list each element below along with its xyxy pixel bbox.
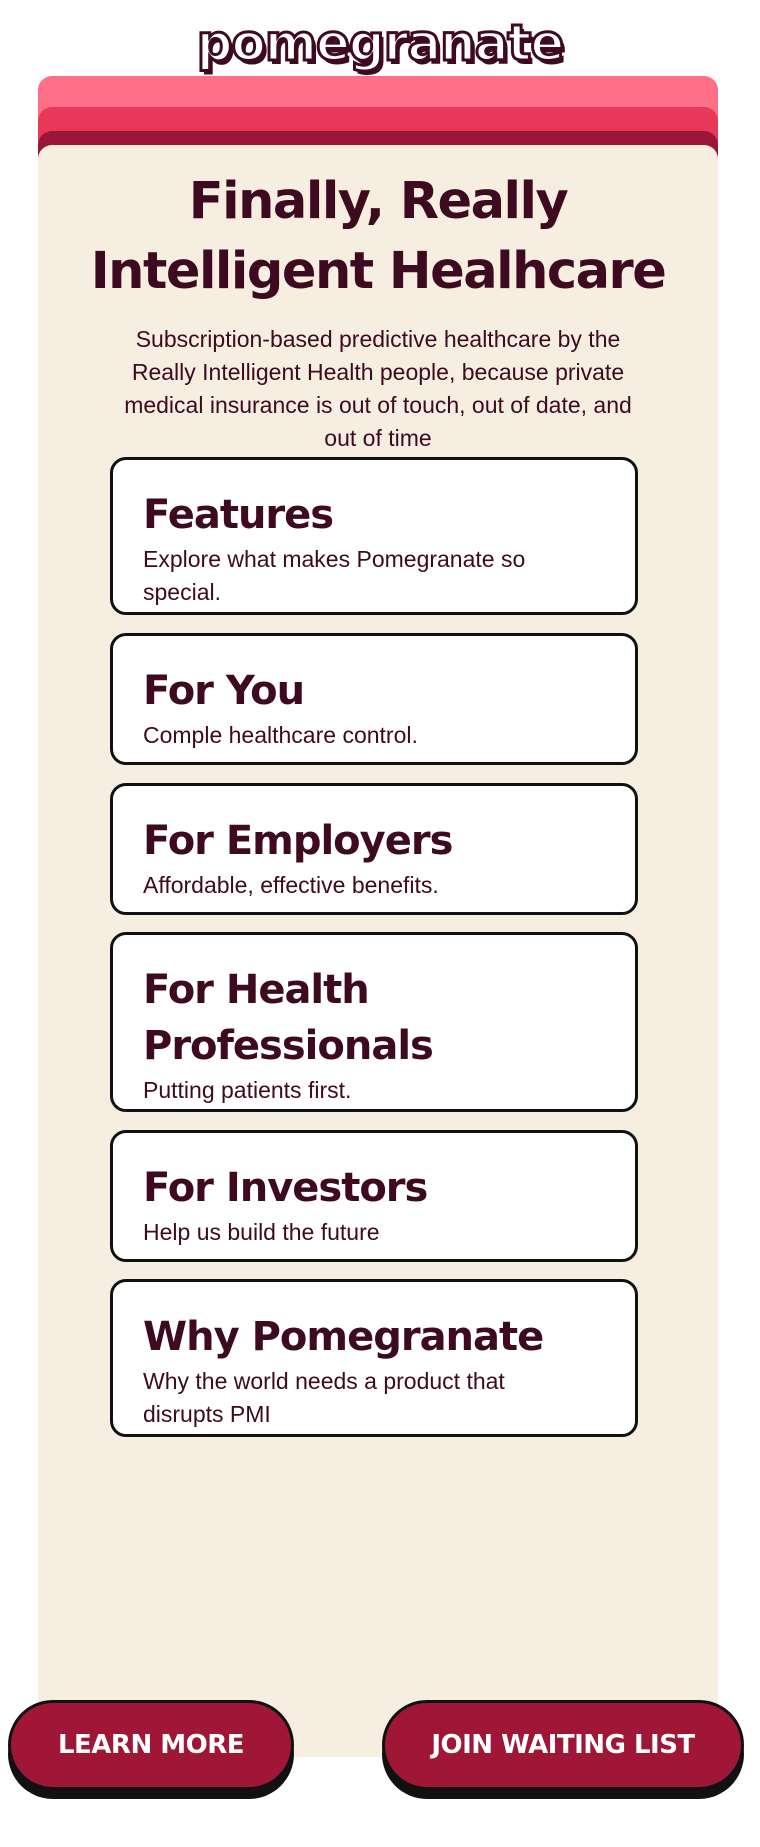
card-for-you[interactable]: For You Comple healthcare control. — [110, 633, 638, 765]
hero-title-line-1: Finally, Really — [188, 172, 569, 231]
card-title: For Health Professionals — [143, 967, 434, 1069]
card-description: Putting patients first. — [143, 1077, 352, 1103]
card-title: For Investors — [143, 1165, 428, 1211]
learn-more-button[interactable]: LEARN MORE — [8, 1700, 294, 1790]
card-description: Why the world needs a product that disru… — [143, 1368, 505, 1427]
card-description: Affordable, effective benefits. — [143, 872, 439, 898]
hero-title: Finally, Really Intelligent Healhcare — [38, 167, 718, 307]
card-why-pomegranate[interactable]: Why Pomegranate Why the world needs a pr… — [110, 1279, 638, 1437]
card-title: For You — [143, 668, 305, 714]
card-for-investors[interactable]: For Investors Help us build the future — [110, 1130, 638, 1262]
card-features[interactable]: Features Explore what makes Pomegranate … — [110, 457, 638, 615]
main-panel: Finally, Really Intelligent Healhcare Su… — [38, 145, 718, 1757]
card-for-health-professionals[interactable]: For Health Professionals Putting patient… — [110, 932, 638, 1112]
card-title: For Employers — [143, 818, 453, 864]
card-description: Explore what makes Pomegranate so specia… — [143, 546, 526, 605]
card-title: Why Pomegranate — [143, 1314, 544, 1360]
card-description: Help us build the future — [143, 1219, 380, 1245]
card-for-employers[interactable]: For Employers Affordable, effective bene… — [110, 783, 638, 915]
hero-title-line-2: Intelligent Healhcare — [90, 242, 667, 301]
hero-subtitle: Subscription-based predictive healthcare… — [124, 326, 632, 451]
card-description: Comple healthcare control. — [143, 722, 418, 748]
join-waiting-list-button[interactable]: JOIN WAITING LIST — [382, 1700, 744, 1790]
pomegranate-logo[interactable]: pomegranate — [0, 17, 760, 70]
card-title: Features — [143, 492, 334, 538]
